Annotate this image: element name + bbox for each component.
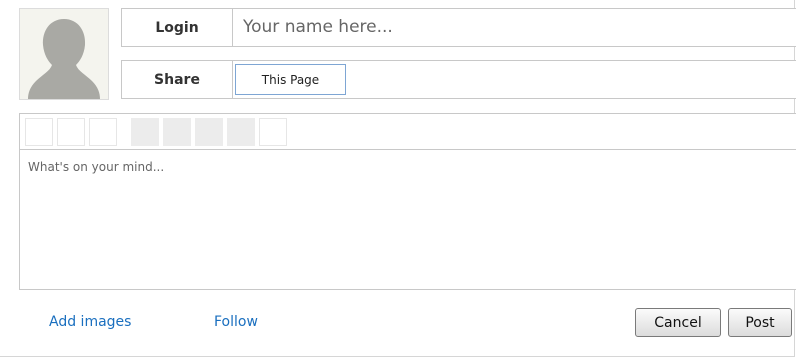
editor-toolbar: [20, 114, 796, 150]
avatar: [19, 8, 109, 100]
toolbar-button-3-icon[interactable]: [89, 118, 117, 146]
add-images-link[interactable]: Add images: [49, 314, 131, 330]
toolbar-button-1-icon[interactable]: [25, 118, 53, 146]
toolbar-button-4-icon: [131, 118, 159, 146]
login-row: Login: [121, 8, 796, 47]
share-label: Share: [122, 61, 233, 98]
default-user-silhouette-icon: [28, 19, 100, 99]
comment-widget: Login Share This Page Add images Follow …: [0, 0, 796, 357]
toolbar-button-8-icon[interactable]: [259, 118, 287, 146]
cancel-button[interactable]: Cancel: [635, 308, 721, 337]
login-label: Login: [122, 9, 233, 46]
toolbar-button-6-icon: [195, 118, 223, 146]
follow-link[interactable]: Follow: [214, 314, 258, 330]
post-editor: [19, 113, 796, 290]
toolbar-button-2-icon[interactable]: [57, 118, 85, 146]
share-target-select[interactable]: This Page: [235, 64, 346, 95]
toolbar-button-5-icon: [163, 118, 191, 146]
name-input[interactable]: [243, 14, 783, 40]
toolbar-button-7-icon: [227, 118, 255, 146]
post-textarea[interactable]: [20, 150, 796, 289]
share-row: Share This Page: [121, 60, 796, 99]
post-button[interactable]: Post: [728, 308, 792, 337]
